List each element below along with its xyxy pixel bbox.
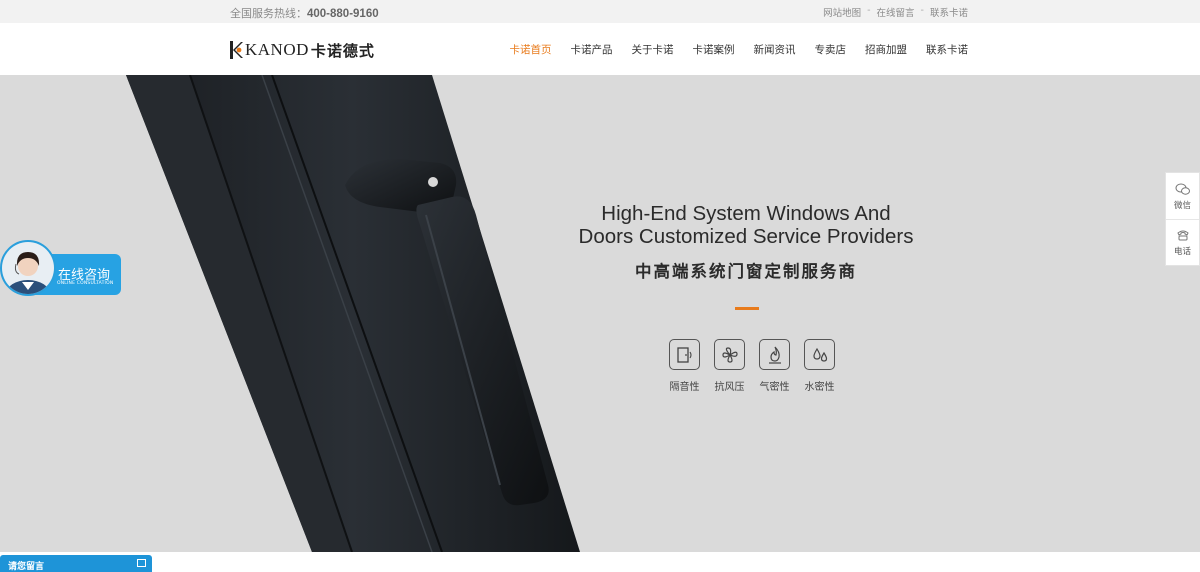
nav-about[interactable]: 关于卡诺 <box>632 42 674 57</box>
message-bar-label: 请您留言 <box>8 562 45 572</box>
nav-home[interactable]: 卡诺首页 <box>510 42 552 57</box>
wechat-icon <box>1175 183 1190 195</box>
nav-stores[interactable]: 专卖店 <box>815 42 847 57</box>
hero-banner[interactable]: High-End System Windows And Doors Custom… <box>0 75 1200 552</box>
service-hotline: 全国服务热线：400-880-9160 <box>230 5 379 21</box>
contact-link[interactable]: 联系卡诺 <box>930 5 968 19</box>
link-separator: - <box>867 5 871 16</box>
maximize-icon[interactable] <box>137 559 146 567</box>
nav-franchise[interactable]: 招商加盟 <box>865 42 907 57</box>
feature-label: 水密性 <box>804 382 835 393</box>
leave-message-link[interactable]: 在线留言 <box>877 5 915 19</box>
wechat-label: 微信 <box>1173 200 1191 211</box>
online-consult-widget[interactable]: 在线咨询 ONLINE CONSULTATION <box>0 240 121 296</box>
nav-contact[interactable]: 联系卡诺 <box>926 42 968 57</box>
hero-headline: High-End System Windows And Doors Custom… <box>540 202 952 248</box>
nav-news[interactable]: 新闻资讯 <box>754 42 796 57</box>
feature-list: 隔音性 抗风压 气密性 水密性 <box>668 339 836 393</box>
feature-watertight: 水密性 <box>803 339 836 393</box>
agent-avatar <box>0 240 56 296</box>
logo-cn-text: 卡诺德式 <box>310 41 375 60</box>
logo-mark-icon <box>230 41 243 59</box>
nav-products[interactable]: 卡诺产品 <box>571 42 613 57</box>
feature-wind: 抗风压 <box>713 339 746 393</box>
headline-line-2: Doors Customized Service Providers <box>578 225 914 248</box>
door-sound-icon <box>669 339 700 370</box>
accent-divider <box>735 307 759 310</box>
logo[interactable]: KANOD 卡诺德式 <box>230 39 375 61</box>
phone-icon <box>1176 230 1189 241</box>
feature-airtight: 气密性 <box>758 339 791 393</box>
feature-label: 抗风压 <box>714 382 745 393</box>
main-nav: 卡诺首页 卡诺产品 关于卡诺 卡诺案例 新闻资讯 专卖店 招商加盟 联系卡诺 <box>510 42 969 57</box>
site-header: KANOD 卡诺德式 卡诺首页 卡诺产品 关于卡诺 卡诺案例 新闻资讯 专卖店 … <box>0 23 1200 75</box>
hotline-number: 400-880-9160 <box>307 8 379 20</box>
water-drops-icon <box>804 339 835 370</box>
feature-label: 隔音性 <box>669 382 700 393</box>
top-bar: 全国服务热线：400-880-9160 网站地图 - 在线留言 - 联系卡诺 <box>0 0 1200 23</box>
right-float-panel: 微信 电话 <box>1165 172 1200 266</box>
top-links: 网站地图 - 在线留言 - 联系卡诺 <box>823 5 968 19</box>
headline-line-1: High-End System Windows And <box>601 202 891 225</box>
logo-en-text: KANOD <box>245 40 309 59</box>
feature-label: 气密性 <box>759 382 790 393</box>
feature-soundproof: 隔音性 <box>668 339 701 393</box>
wind-icon <box>714 339 745 370</box>
wechat-button[interactable]: 微信 <box>1166 173 1199 219</box>
nav-cases[interactable]: 卡诺案例 <box>693 42 735 57</box>
link-separator: - <box>920 5 924 16</box>
sitemap-link[interactable]: 网站地图 <box>823 5 861 19</box>
door-handle-image <box>126 75 580 552</box>
leave-message-bar[interactable]: 请您留言 <box>0 555 152 572</box>
hero-subtitle: 中高端系统门窗定制服务商 <box>635 262 857 281</box>
flame-seal-icon <box>759 339 790 370</box>
consult-subtitle: ONLINE CONSULTATION <box>57 281 114 286</box>
hotline-label: 全国服务热线： <box>230 7 307 20</box>
phone-button[interactable]: 电话 <box>1166 219 1199 265</box>
phone-label: 电话 <box>1173 247 1191 257</box>
